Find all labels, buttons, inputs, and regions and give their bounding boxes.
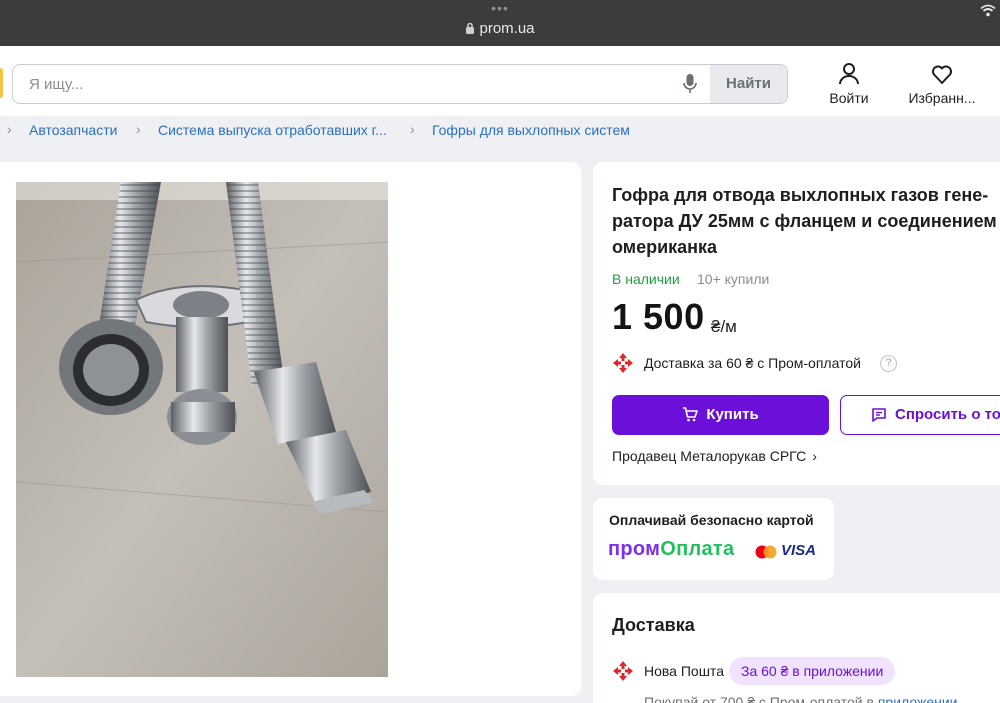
shipping-price-badge: За 60 ₴ в приложении <box>729 657 896 685</box>
login-button[interactable]: Войти <box>826 62 872 106</box>
product-image-drawing <box>16 182 388 677</box>
search-input[interactable]: Я ищу... <box>29 76 83 93</box>
ask-label: Спросить о товаре <box>895 406 1000 423</box>
payment-title: Оплачивай безопасно картой <box>609 512 814 528</box>
chevron-right-icon: › <box>136 121 141 137</box>
sold-count: 10+ купили <box>697 271 770 287</box>
cart-icon <box>683 407 699 422</box>
lock-icon <box>466 22 475 34</box>
browser-menu-dots[interactable]: ••• <box>0 1 1000 15</box>
url-text: prom.ua <box>479 20 535 37</box>
breadcrumb-link-autoparts[interactable]: Автозапчасти <box>29 122 117 138</box>
browser-toolbar: ••• prom.ua <box>0 0 1000 46</box>
breadcrumb-link-exhaust-system[interactable]: Система выпуска отработавших г... <box>158 122 387 138</box>
address-bar[interactable]: prom.ua <box>0 20 1000 37</box>
site-header: Я ищу... Найти Войти Избранн... <box>0 46 1000 116</box>
visa-logo: VISA <box>781 542 817 559</box>
ask-seller-button[interactable]: Спросить о товаре <box>840 395 1000 435</box>
product-gallery <box>0 162 581 696</box>
product-title: Гофра для отвода выхлопных газов гене-ра… <box>612 185 997 257</box>
carrier-name: Нова Пошта <box>644 663 724 679</box>
message-icon <box>872 408 886 422</box>
nova-poshta-icon <box>613 661 633 681</box>
favorites-label: Избранн... <box>908 90 976 106</box>
seller-name: Продавец Металорукав СРГС <box>612 448 807 464</box>
chevron-right-icon: › <box>410 121 415 137</box>
seller-link[interactable]: Продавец Металорукав СРГС › <box>612 448 817 464</box>
mastercard-icon <box>755 545 777 559</box>
buy-label: Купить <box>706 406 759 423</box>
search-bar: Я ищу... Найти <box>12 64 788 104</box>
shipping-note: Покупай от 700 ₴ с Пром-оплатой в прилож… <box>644 694 958 703</box>
heart-icon <box>932 65 952 84</box>
user-icon <box>839 63 859 85</box>
wifi-icon <box>980 4 996 17</box>
app-link[interactable]: приложении <box>878 694 958 703</box>
stock-status: В наличии <box>612 271 680 287</box>
chevron-right-icon: › <box>7 121 12 137</box>
question-icon[interactable]: ? <box>880 355 897 372</box>
microphone-icon[interactable] <box>683 73 697 95</box>
price-unit: ₴/м <box>711 317 737 336</box>
search-button[interactable]: Найти <box>710 65 787 103</box>
login-label: Войти <box>829 90 869 106</box>
chevron-right-icon: › <box>812 448 817 464</box>
delivery-text: Доставка за 60 ₴ с Пром-оплатой <box>644 355 861 371</box>
buy-button[interactable]: Купить <box>612 395 829 435</box>
prom-oplata-logo: промОплата <box>608 538 735 560</box>
product-photo[interactable] <box>16 182 388 677</box>
nova-poshta-icon <box>613 353 633 373</box>
breadcrumb: › Автозапчасти › Система выпуска отработ… <box>0 118 1000 142</box>
payment-promo-card: Оплачивай безопасно картой промОплата VI… <box>593 498 834 580</box>
product-price: 1 500 <box>612 296 705 337</box>
logo-edge[interactable] <box>0 68 3 98</box>
breadcrumb-link-exhaust-hoses[interactable]: Гофры для выхлопных систем <box>432 122 630 138</box>
product-info-card: Гофра для отвода выхлопных газов гене-ра… <box>593 162 1000 485</box>
shipping-title: Доставка <box>612 615 695 635</box>
shipping-card: Доставка Нова Пошта За 60 ₴ в приложении… <box>593 593 1000 703</box>
favorites-button[interactable]: Избранн... <box>902 62 982 106</box>
